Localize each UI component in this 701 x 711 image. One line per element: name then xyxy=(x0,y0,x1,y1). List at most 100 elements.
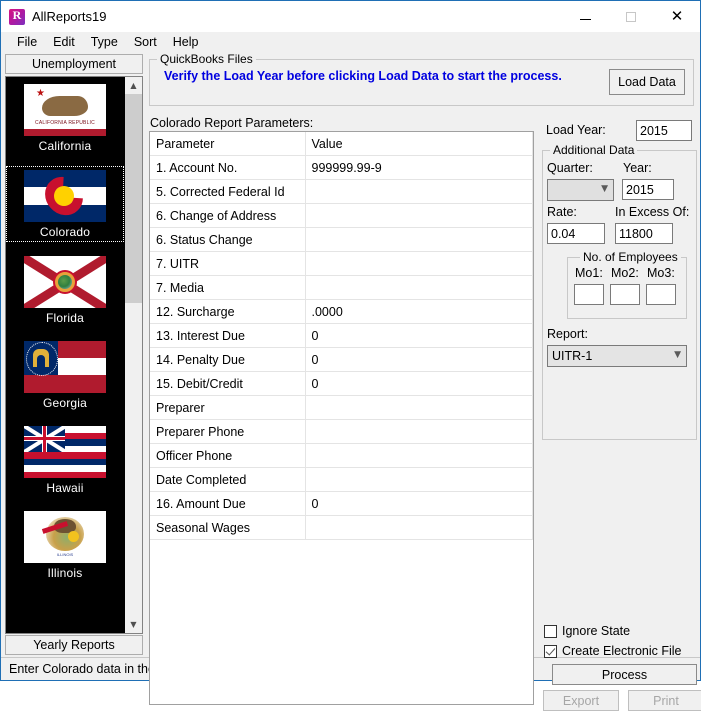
table-row[interactable]: 12. Surcharge.0000 xyxy=(150,300,533,324)
mo2-input[interactable] xyxy=(610,284,640,305)
parameters-side-panel: Load Year: Additional Data Quarter: Year… xyxy=(538,112,700,705)
chevron-down-icon: ▼ xyxy=(674,350,681,360)
cell-value[interactable]: 999999.99-9 xyxy=(305,156,533,180)
cell-value[interactable] xyxy=(305,276,533,300)
ignore-state-checkbox-row[interactable]: Ignore State xyxy=(544,624,630,638)
flag-georgia-icon xyxy=(24,341,106,393)
table-row[interactable]: 1. Account No.999999.99-9 xyxy=(150,156,533,180)
create-electronic-file-label: Create Electronic File xyxy=(562,644,682,658)
create-electronic-file-checkbox[interactable] xyxy=(544,645,557,658)
unemployment-button[interactable]: Unemployment xyxy=(5,54,143,74)
maximize-button[interactable] xyxy=(608,1,654,32)
cell-parameter[interactable]: Date Completed xyxy=(150,468,305,492)
year-input[interactable] xyxy=(622,179,674,200)
cell-parameter[interactable]: 16. Amount Due xyxy=(150,492,305,516)
chevron-up-icon[interactable]: ▲ xyxy=(125,77,142,94)
mo1-label: Mo1: xyxy=(575,266,603,280)
window-controls: ✕ xyxy=(562,1,700,32)
cell-parameter[interactable]: 1. Account No. xyxy=(150,156,305,180)
scrollbar-track[interactable] xyxy=(125,94,142,616)
load-data-button[interactable]: Load Data xyxy=(609,69,685,95)
cell-parameter[interactable]: 13. Interest Due xyxy=(150,324,305,348)
flag-california-icon: ★ CALIFORNIA REPUBLIC xyxy=(24,84,106,136)
flag-hawaii-icon xyxy=(24,426,106,478)
cell-parameter[interactable]: Preparer Phone xyxy=(150,420,305,444)
state-item-colorado[interactable]: Colorado xyxy=(6,166,124,242)
cell-value[interactable] xyxy=(305,228,533,252)
table-row[interactable]: 6. Change of Address xyxy=(150,204,533,228)
cell-parameter[interactable]: 15. Debit/Credit xyxy=(150,372,305,396)
rate-input[interactable] xyxy=(547,223,605,244)
chevron-down-icon[interactable]: ▼ xyxy=(125,616,142,633)
cell-value[interactable] xyxy=(305,204,533,228)
cell-parameter[interactable]: 12. Surcharge xyxy=(150,300,305,324)
report-parameters-grid[interactable]: Parameter Value 1. Account No.999999.99-… xyxy=(149,131,534,705)
cell-value[interactable]: 0 xyxy=(305,348,533,372)
create-electronic-file-checkbox-row[interactable]: Create Electronic File xyxy=(544,644,682,658)
table-row[interactable]: Preparer Phone xyxy=(150,420,533,444)
mo1-input[interactable] xyxy=(574,284,604,305)
table-row[interactable]: Preparer xyxy=(150,396,533,420)
state-item-hawaii[interactable]: Hawaii xyxy=(6,423,124,497)
close-button[interactable]: ✕ xyxy=(654,1,700,32)
table-row[interactable]: Officer Phone xyxy=(150,444,533,468)
cell-value[interactable]: 0 xyxy=(305,324,533,348)
cell-parameter[interactable]: Officer Phone xyxy=(150,444,305,468)
cell-parameter[interactable]: 7. UITR xyxy=(150,252,305,276)
flag-florida-icon xyxy=(24,256,106,308)
cell-value[interactable] xyxy=(305,444,533,468)
table-row[interactable]: Seasonal Wages xyxy=(150,516,533,540)
mo3-input[interactable] xyxy=(646,284,676,305)
yearly-reports-button[interactable]: Yearly Reports xyxy=(5,635,143,655)
cell-parameter[interactable]: 14. Penalty Due xyxy=(150,348,305,372)
process-button[interactable]: Process xyxy=(552,664,697,685)
state-item-florida[interactable]: Florida xyxy=(6,253,124,327)
state-item-california[interactable]: ★ CALIFORNIA REPUBLIC California xyxy=(6,81,124,155)
in-excess-of-input[interactable] xyxy=(615,223,673,244)
menu-file[interactable]: File xyxy=(9,34,45,50)
table-row[interactable]: 6. Status Change xyxy=(150,228,533,252)
table-row[interactable]: 13. Interest Due0 xyxy=(150,324,533,348)
cell-value[interactable]: .0000 xyxy=(305,300,533,324)
cell-value[interactable] xyxy=(305,180,533,204)
column-header-value[interactable]: Value xyxy=(305,132,533,156)
menu-type[interactable]: Type xyxy=(83,34,126,50)
cell-parameter[interactable]: 5. Corrected Federal Id xyxy=(150,180,305,204)
load-year-input[interactable] xyxy=(636,120,692,141)
state-item-illinois[interactable]: ILLINOIS Illinois xyxy=(6,508,124,582)
table-row[interactable]: 16. Amount Due0 xyxy=(150,492,533,516)
cell-value[interactable] xyxy=(305,516,533,540)
cell-parameter[interactable]: Seasonal Wages xyxy=(150,516,305,540)
table-row[interactable]: 7. Media xyxy=(150,276,533,300)
cell-parameter[interactable]: 6. Status Change xyxy=(150,228,305,252)
menu-help[interactable]: Help xyxy=(165,34,207,50)
cell-value[interactable] xyxy=(305,252,533,276)
cell-value[interactable]: 0 xyxy=(305,492,533,516)
cell-value[interactable] xyxy=(305,396,533,420)
table-row[interactable]: 15. Debit/Credit0 xyxy=(150,372,533,396)
table-row[interactable]: 14. Penalty Due0 xyxy=(150,348,533,372)
cell-parameter[interactable]: Preparer xyxy=(150,396,305,420)
state-item-georgia[interactable]: Georgia xyxy=(6,338,124,412)
quarter-dropdown[interactable]: ▼ xyxy=(547,179,614,201)
scrollbar-thumb[interactable] xyxy=(125,94,142,303)
cell-value[interactable] xyxy=(305,420,533,444)
report-dropdown[interactable]: UITR-1 ▼ xyxy=(547,345,687,367)
cell-parameter[interactable]: 6. Change of Address xyxy=(150,204,305,228)
state-list-scrollbar[interactable]: ▲ ▼ xyxy=(124,77,142,633)
table-row[interactable]: 7. UITR xyxy=(150,252,533,276)
load-year-row: Load Year: xyxy=(538,120,700,142)
menu-sort[interactable]: Sort xyxy=(126,34,165,50)
cell-value[interactable]: 0 xyxy=(305,372,533,396)
maximize-icon xyxy=(626,12,636,22)
ignore-state-checkbox[interactable] xyxy=(544,625,557,638)
table-row[interactable]: 5. Corrected Federal Id xyxy=(150,180,533,204)
mo3-label: Mo3: xyxy=(647,266,675,280)
column-header-parameter[interactable]: Parameter xyxy=(150,132,305,156)
cell-value[interactable] xyxy=(305,468,533,492)
minimize-button[interactable] xyxy=(562,1,608,32)
cell-parameter[interactable]: 7. Media xyxy=(150,276,305,300)
report-value: UITR-1 xyxy=(552,349,592,363)
table-row[interactable]: Date Completed xyxy=(150,468,533,492)
menu-edit[interactable]: Edit xyxy=(45,34,83,50)
